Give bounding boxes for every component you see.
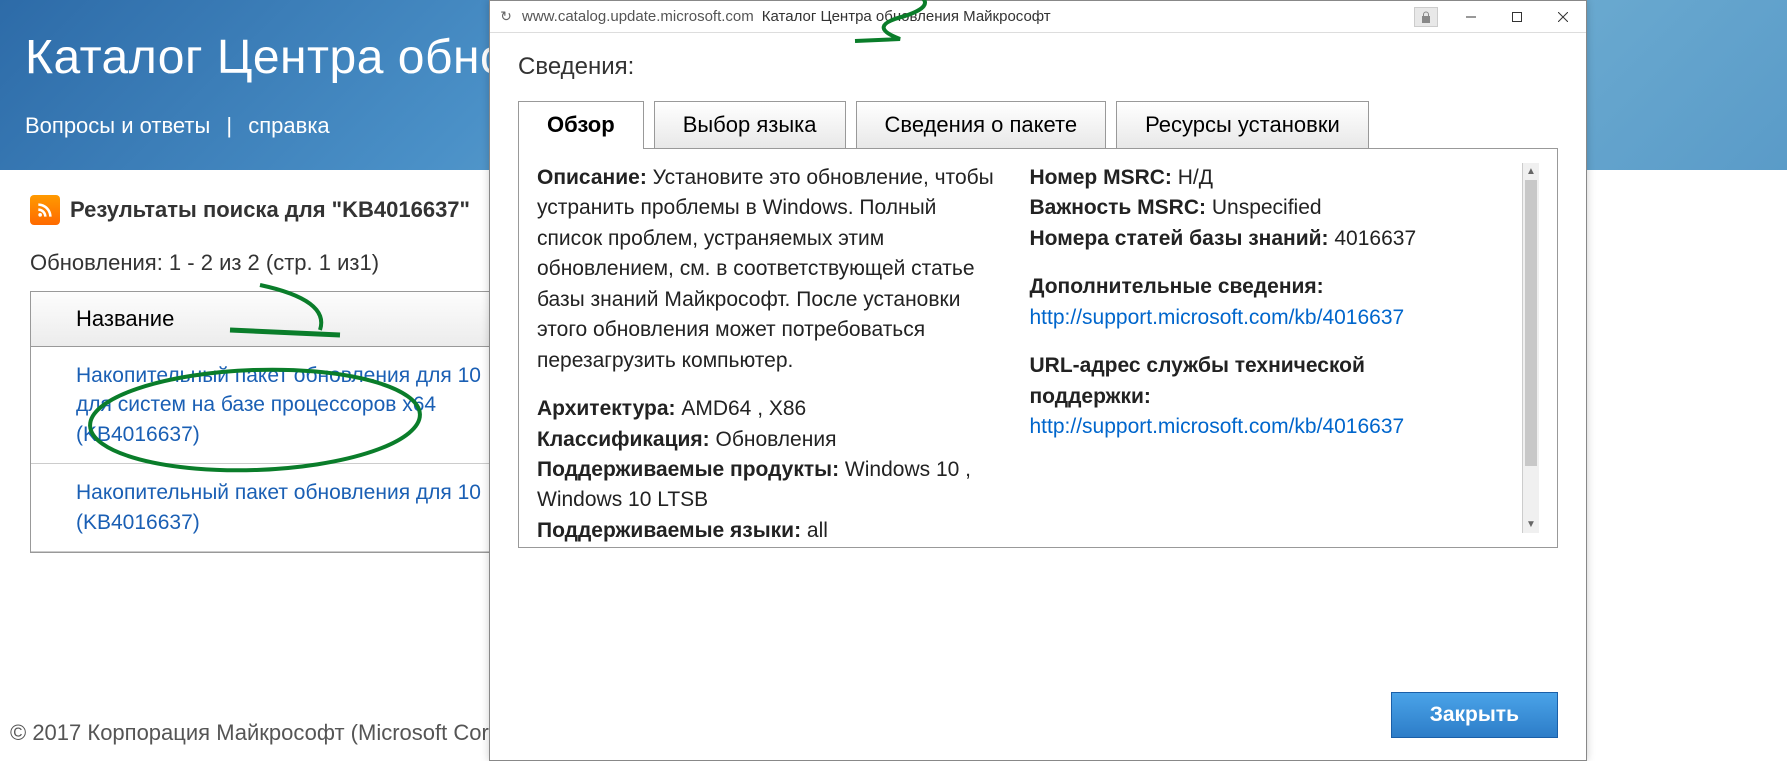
more-info-link[interactable]: http://support.microsoft.com/kb/4016637: [1030, 306, 1405, 329]
tab-package-details[interactable]: Сведения о пакете: [856, 101, 1107, 148]
scroll-up-icon[interactable]: ▲: [1523, 163, 1539, 180]
footer-copyright: © 2017 Корпорация Майкрософт (Microsoft …: [10, 720, 514, 746]
languages-value: all: [801, 519, 828, 542]
table-row: Накопительный пакет обновления для 10 дл…: [31, 347, 549, 464]
nav-separator: |: [226, 113, 232, 138]
nav-faq-link[interactable]: Вопросы и ответы: [25, 113, 210, 138]
scroll-track[interactable]: [1523, 180, 1539, 516]
msrc-severity-label: Важность MSRC:: [1030, 196, 1207, 219]
details-popup-window: ↻ www.catalog.update.microsoft.com Катал…: [489, 0, 1587, 761]
maximize-button[interactable]: [1494, 1, 1540, 33]
architecture-label: Архитектура:: [537, 397, 676, 420]
tab-content: Описание: Установите это обновление, что…: [518, 148, 1558, 548]
titlebar: ↻ www.catalog.update.microsoft.com Катал…: [490, 1, 1586, 33]
nav-help-link[interactable]: справка: [248, 113, 329, 138]
address-url: www.catalog.update.microsoft.com: [522, 8, 754, 25]
architecture-value: AMD64 , X86: [676, 397, 807, 420]
lock-icon: [1414, 7, 1438, 27]
left-column: Описание: Установите это обновление, что…: [537, 163, 1000, 533]
details-heading: Сведения:: [518, 53, 1558, 81]
refresh-icon[interactable]: ↻: [490, 8, 522, 25]
page-title: Каталог Центра обновления Майкрософт: [762, 8, 1051, 25]
support-url-label: URL-адрес службы технической поддержки:: [1030, 354, 1365, 407]
search-results-label: Результаты поиска для "KB4016637": [70, 197, 470, 223]
tab-overview[interactable]: Обзор: [518, 101, 644, 148]
results-table: Название Накопительный пакет обновления …: [30, 291, 550, 553]
table-row: Накопительный пакет обновления для 10 (K…: [31, 464, 549, 552]
msrc-severity-value: Unspecified: [1206, 196, 1322, 219]
close-button[interactable]: Закрыть: [1391, 692, 1558, 738]
support-url-link[interactable]: http://support.microsoft.com/kb/4016637: [1030, 415, 1405, 438]
result-link-1[interactable]: Накопительный пакет обновления для 10 дл…: [76, 364, 481, 446]
tab-install-resources[interactable]: Ресурсы установки: [1116, 101, 1369, 148]
msrc-number-value: Н/Д: [1172, 166, 1213, 189]
right-column: Номер MSRC: Н/Д Важность MSRC: Unspecifi…: [1030, 163, 1493, 533]
minimize-button[interactable]: [1448, 1, 1494, 33]
msrc-number-label: Номер MSRC:: [1030, 166, 1172, 189]
classification-value: Обновления: [710, 428, 837, 451]
tab-bar: Обзор Выбор языка Сведения о пакете Ресу…: [518, 101, 1558, 148]
rss-icon[interactable]: [30, 195, 60, 225]
result-link-2[interactable]: Накопительный пакет обновления для 10 (K…: [76, 481, 481, 533]
close-window-button[interactable]: [1540, 1, 1586, 33]
scroll-down-icon[interactable]: ▼: [1523, 516, 1539, 533]
more-info-label: Дополнительные сведения:: [1030, 275, 1324, 298]
description-label: Описание:: [537, 166, 647, 189]
popup-body: Сведения: Обзор Выбор языка Сведения о п…: [490, 33, 1586, 548]
products-label: Поддерживаемые продукты:: [537, 458, 839, 481]
column-header-title[interactable]: Название: [31, 292, 549, 347]
kb-articles-value: 4016637: [1329, 227, 1417, 250]
description-text: Установите это обновление, чтобы устрани…: [537, 166, 994, 372]
scroll-thumb[interactable]: [1525, 180, 1537, 466]
tab-language[interactable]: Выбор языка: [654, 101, 846, 148]
scrollbar[interactable]: ▲ ▼: [1522, 163, 1539, 533]
kb-articles-label: Номера статей базы знаний:: [1030, 227, 1329, 250]
languages-label: Поддерживаемые языки:: [537, 519, 801, 542]
classification-label: Классификация:: [537, 428, 710, 451]
